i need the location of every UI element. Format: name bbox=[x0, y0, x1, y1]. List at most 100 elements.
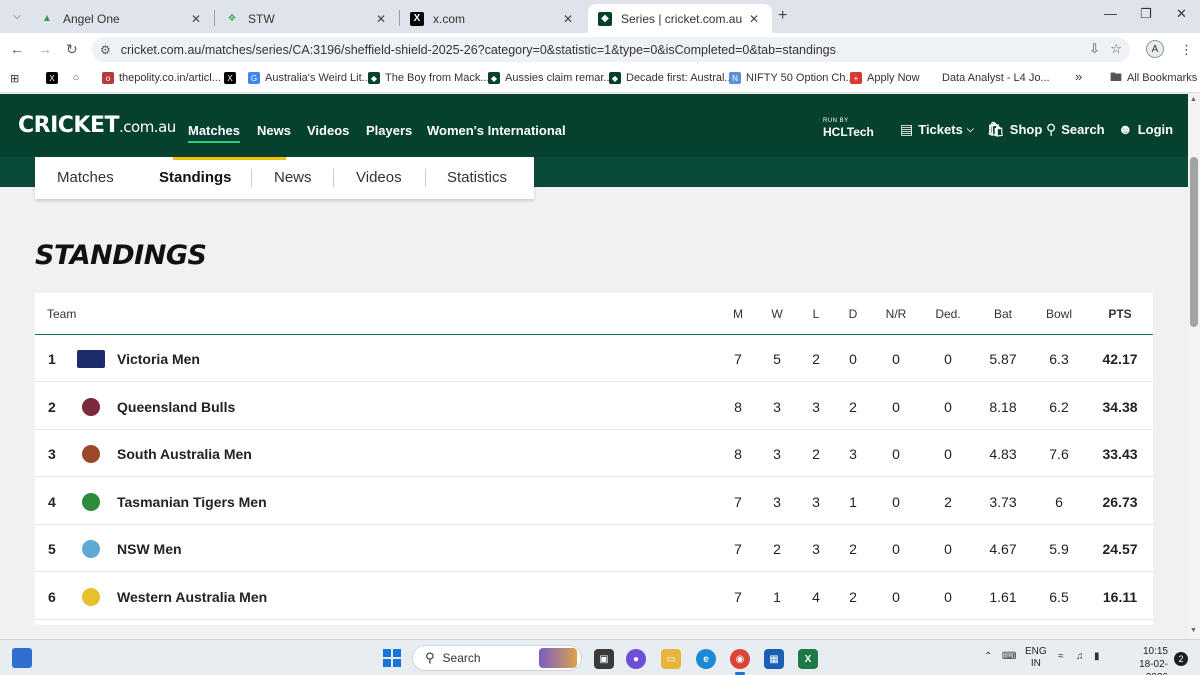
tab-search-chevron-icon[interactable]: ⌵ bbox=[6, 6, 28, 26]
bookmark-item[interactable]: ◆ Aussies claim remar... bbox=[488, 72, 613, 84]
table-row[interactable]: 6 Western Australia Men 7 1 4 2 0 0 1.61 6.5 16.11 bbox=[35, 573, 1153, 620]
table-row[interactable]: 5 NSW Men 7 2 3 2 0 0 4.67 5.9 24.57 bbox=[35, 525, 1153, 572]
sponsor-badge[interactable]: RUN BY HCLTech bbox=[823, 118, 874, 139]
back-arrow-icon[interactable]: ← bbox=[10, 41, 24, 57]
header-wins[interactable]: W bbox=[771, 307, 782, 321]
all-bookmarks[interactable]: 🖿 All Bookmarks bbox=[1110, 70, 1197, 85]
restore-icon[interactable]: ❐ bbox=[1140, 6, 1152, 22]
nav-womens-international[interactable]: Women's International bbox=[427, 123, 566, 138]
table-row[interactable]: 2 Queensland Bulls 8 3 3 2 0 0 8.18 6.2 34.38 bbox=[35, 383, 1153, 430]
search-link[interactable]: ⚲ Search bbox=[1046, 121, 1105, 138]
chat-icon[interactable]: ● bbox=[626, 649, 646, 669]
excel-icon[interactable]: X bbox=[798, 649, 818, 669]
bookmark-item[interactable]: ◆ The Boy from Mack... bbox=[368, 72, 490, 84]
header-batting-points[interactable]: Bat bbox=[994, 307, 1012, 321]
nav-players[interactable]: Players bbox=[366, 123, 412, 138]
header-draws[interactable]: D bbox=[849, 307, 858, 321]
team-name[interactable]: Queensland Bulls bbox=[117, 399, 235, 415]
battery-icon[interactable]: ▮ bbox=[1094, 651, 1100, 662]
wifi-icon[interactable]: ≈ bbox=[1058, 651, 1064, 662]
forward-arrow-icon[interactable]: → bbox=[38, 41, 52, 57]
cricket-logo[interactable]: CRICKET.com.au bbox=[18, 113, 176, 138]
clock[interactable]: 10:15 18-02-2026 bbox=[1118, 645, 1168, 675]
shop-link[interactable]: 🛍 Shop bbox=[987, 121, 1042, 138]
url-text[interactable]: cricket.com.au/matches/series/CA:3196/sh… bbox=[121, 43, 836, 57]
url-omnibox[interactable]: ⚙ cricket.com.au/matches/series/CA:3196/… bbox=[92, 37, 1130, 62]
tab-news[interactable]: News bbox=[274, 169, 312, 186]
site-settings-icon[interactable]: ⚙ bbox=[100, 43, 111, 57]
header-no-result[interactable]: N/R bbox=[886, 307, 907, 321]
scroll-down-icon[interactable]: ▼ bbox=[1190, 627, 1197, 634]
bookmark-item[interactable]: G Australia's Weird Lit... bbox=[248, 72, 371, 84]
bookmark-globe[interactable]: ○ bbox=[70, 72, 87, 84]
nav-matches[interactable]: Matches bbox=[188, 123, 241, 143]
windows-start-icon[interactable] bbox=[383, 649, 401, 667]
taskbar-search[interactable]: ⚲ Search bbox=[412, 645, 582, 671]
scrollbar-thumb[interactable] bbox=[1190, 157, 1198, 327]
keyboard-icon[interactable]: ⌨ bbox=[1002, 651, 1016, 662]
widgets-icon[interactable] bbox=[12, 648, 32, 668]
reload-icon[interactable]: ↻ bbox=[66, 41, 78, 58]
bookmark-item[interactable]: o thepolity.co.in/articl... bbox=[102, 72, 221, 84]
header-matches[interactable]: M bbox=[733, 307, 743, 321]
tab-standings[interactable]: Standings bbox=[159, 169, 232, 186]
bookmark-star-icon[interactable]: ☆ bbox=[1110, 41, 1122, 57]
close-tab-icon[interactable]: ✕ bbox=[188, 12, 204, 26]
install-app-icon[interactable]: ⇩ bbox=[1089, 41, 1100, 57]
tab-stw[interactable]: ❖ STW ✕ bbox=[215, 4, 399, 33]
language-indicator[interactable]: ENG IN bbox=[1025, 646, 1047, 670]
header-points[interactable]: PTS bbox=[1108, 307, 1131, 321]
team-name[interactable]: NSW Men bbox=[117, 541, 182, 557]
show-hidden-icons-icon[interactable]: ⌃ bbox=[984, 651, 992, 662]
close-tab-icon[interactable]: ✕ bbox=[560, 12, 576, 26]
team-name[interactable]: Western Australia Men bbox=[117, 589, 267, 605]
store-icon[interactable]: ▦ bbox=[764, 649, 784, 669]
file-explorer-icon[interactable]: ▭ bbox=[661, 649, 681, 669]
task-view-icon[interactable]: ▣ bbox=[594, 649, 614, 669]
notification-badge[interactable]: 2 bbox=[1174, 652, 1188, 666]
bookmark-item[interactable]: ◆ Decade first: Austral... bbox=[609, 72, 734, 84]
header-deductions[interactable]: Ded. bbox=[935, 307, 960, 321]
team-name[interactable]: Victoria Men bbox=[117, 351, 200, 367]
bookmarks-overflow-icon[interactable]: » bbox=[1075, 69, 1082, 84]
scroll-up-icon[interactable]: ▲ bbox=[1190, 96, 1197, 103]
volume-icon[interactable]: ♫ bbox=[1076, 651, 1084, 662]
header-bowling-points[interactable]: Bowl bbox=[1046, 307, 1072, 321]
subnav-divider bbox=[425, 169, 426, 187]
tickets-menu[interactable]: ▤ Tickets ⌵ bbox=[900, 121, 974, 138]
close-tab-icon[interactable]: ✕ bbox=[746, 12, 762, 26]
browser-menu-icon[interactable]: ⋮ bbox=[1180, 42, 1193, 58]
team-name[interactable]: Tasmanian Tigers Men bbox=[117, 494, 267, 510]
minimize-icon[interactable]: — bbox=[1104, 6, 1117, 21]
close-tab-icon[interactable]: ✕ bbox=[373, 12, 389, 26]
run-by-label: RUN BY bbox=[823, 118, 849, 124]
team-name[interactable]: South Australia Men bbox=[117, 446, 252, 462]
tab-matches[interactable]: Matches bbox=[57, 169, 114, 186]
tab-angel-one[interactable]: ▲ Angel One ✕ bbox=[30, 4, 214, 33]
apps-grid-icon[interactable]: ⊞ bbox=[10, 72, 19, 85]
close-window-icon[interactable]: ✕ bbox=[1176, 6, 1187, 22]
header-team[interactable]: Team bbox=[47, 307, 76, 321]
tab-cricket-active[interactable]: ◆ Series | cricket.com.au ✕ bbox=[588, 4, 772, 33]
profile-avatar[interactable]: A bbox=[1146, 40, 1164, 58]
bookmark-item[interactable]: N NIFTY 50 Option Ch... bbox=[729, 72, 855, 84]
header-losses[interactable]: L bbox=[813, 307, 820, 321]
table-row[interactable]: 3 South Australia Men 8 3 2 3 0 0 4.83 7.6 33.43 bbox=[35, 430, 1153, 477]
bookmark-x[interactable]: X bbox=[46, 72, 63, 84]
chrome-icon[interactable]: ◉ bbox=[730, 649, 750, 675]
team-logo-icon bbox=[82, 492, 100, 511]
tab-x[interactable]: X x.com ✕ bbox=[400, 4, 586, 33]
edge-icon[interactable]: e bbox=[696, 649, 716, 669]
bookmark-x-2[interactable]: X bbox=[224, 72, 241, 84]
nav-news[interactable]: News bbox=[257, 123, 291, 138]
tab-videos[interactable]: Videos bbox=[356, 169, 402, 186]
login-link[interactable]: ☻ Login bbox=[1118, 121, 1173, 137]
bookmark-item[interactable]: + Apply Now bbox=[850, 72, 920, 84]
tab-statistics[interactable]: Statistics bbox=[447, 169, 507, 186]
table-row[interactable]: 1 Victoria Men 7 5 2 0 0 0 5.87 6.3 42.17 bbox=[35, 335, 1153, 382]
new-tab-icon[interactable]: + bbox=[778, 7, 787, 25]
cell-matches: 8 bbox=[734, 446, 742, 462]
bookmark-item[interactable]: Data Analyst - L4 Jo... bbox=[942, 72, 1050, 84]
table-row[interactable]: 4 Tasmanian Tigers Men 7 3 3 1 0 2 3.73 6 26.73 bbox=[35, 478, 1153, 525]
nav-videos[interactable]: Videos bbox=[307, 123, 349, 138]
